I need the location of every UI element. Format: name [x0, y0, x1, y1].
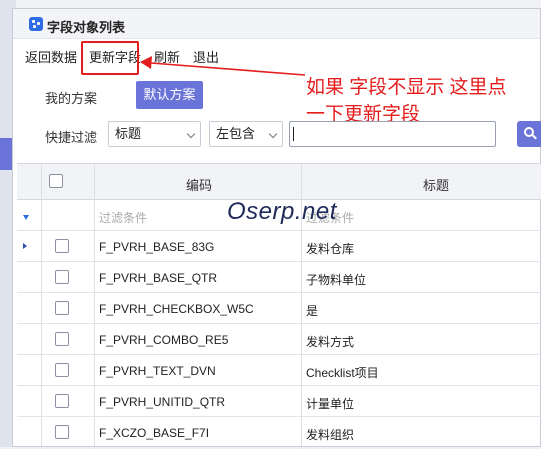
cell-code: F_XCZO_BASE_F7I: [99, 426, 210, 440]
code-filter-input[interactable]: 过滤条件: [99, 209, 147, 226]
row-checkbox[interactable]: [55, 301, 69, 315]
chevron-down-icon: [268, 129, 278, 139]
annotation-arrow: [140, 56, 306, 76]
cell-title: 发料方式: [306, 335, 355, 349]
grid-header: 编码 标题: [17, 164, 541, 200]
cell-title: 子物料单位: [306, 273, 367, 287]
annotation-text-line1: 如果 字段不显示 这里点: [306, 77, 507, 98]
cell-code: F_PVRH_UNITID_QTR: [99, 395, 226, 409]
window-title: 字段对象列表: [47, 20, 126, 35]
cell-code: F_PVRH_TEXT_DVN: [99, 364, 216, 378]
table-row[interactable]: F_PVRH_UNITID_QTR 计量单位: [17, 386, 541, 417]
menu-return-data[interactable]: 返回数据: [25, 47, 77, 66]
column-header-code[interactable]: 编码: [186, 175, 212, 194]
cell-code: F_PVRH_CHECKBOX_W5C: [99, 302, 254, 316]
quick-filter-label: 快捷过滤: [45, 130, 98, 145]
field-object-list-window: 字段对象列表 返回数据 更新字段 刷新 退出 如果 字段不显示 这里点 一下更新…: [12, 8, 541, 449]
table-row[interactable]: F_XCZO_BASE_F7I 发料组织: [17, 417, 541, 448]
chevron-down-icon: [186, 129, 196, 139]
annotation-highlight-box: [81, 41, 139, 75]
cell-code: F_PVRH_BASE_QTR: [99, 271, 218, 285]
row-checkbox[interactable]: [55, 270, 69, 284]
search-button[interactable]: [517, 121, 541, 147]
cell-code: F_PVRH_BASE_83G: [99, 240, 215, 254]
default-scheme-button[interactable]: 默认方案: [136, 81, 203, 109]
title-bar: 字段对象列表: [13, 9, 540, 39]
table-row[interactable]: F_PVRH_COMBO_RE5 发料方式: [17, 324, 541, 355]
cell-title: 计量单位: [306, 397, 355, 411]
filter-field-select[interactable]: 标题: [108, 121, 201, 147]
table-row[interactable]: F_PVRH_BASE_83G 发料仓库: [17, 231, 541, 262]
filter-operator-select[interactable]: 左包含: [209, 121, 283, 147]
watermark-text: Oserp.net: [227, 198, 337, 225]
row-checkbox[interactable]: [55, 363, 69, 377]
row-checkbox[interactable]: [55, 425, 69, 439]
row-checkbox[interactable]: [55, 332, 69, 346]
scheme-label: 我的方案: [45, 91, 98, 106]
column-header-title[interactable]: 标题: [423, 175, 449, 194]
text-caret: [293, 127, 294, 141]
row-checkbox[interactable]: [55, 239, 69, 253]
cell-title: 是: [306, 304, 319, 318]
cell-title: 发料仓库: [306, 242, 355, 256]
filter-row-indicator-icon: [23, 215, 29, 220]
filter-operator-select-value: 左包含: [216, 126, 256, 141]
cell-title: Checklist项目: [306, 366, 379, 380]
current-row-indicator-icon: [23, 243, 27, 249]
app-icon: [29, 17, 43, 31]
filter-field-select-value: 标题: [115, 126, 142, 141]
cell-code: F_PVRH_COMBO_RE5: [99, 333, 229, 347]
row-checkbox[interactable]: [55, 394, 69, 408]
table-row[interactable]: F_PVRH_BASE_QTR 子物料单位: [17, 262, 541, 293]
cell-title: 发料组织: [306, 428, 355, 442]
table-row[interactable]: F_PVRH_CHECKBOX_W5C 是: [17, 293, 541, 324]
select-all-checkbox[interactable]: [49, 174, 63, 188]
filter-value-input[interactable]: [289, 121, 496, 147]
table-row[interactable]: F_PVRH_TEXT_DVN Checklist项目: [17, 355, 541, 386]
